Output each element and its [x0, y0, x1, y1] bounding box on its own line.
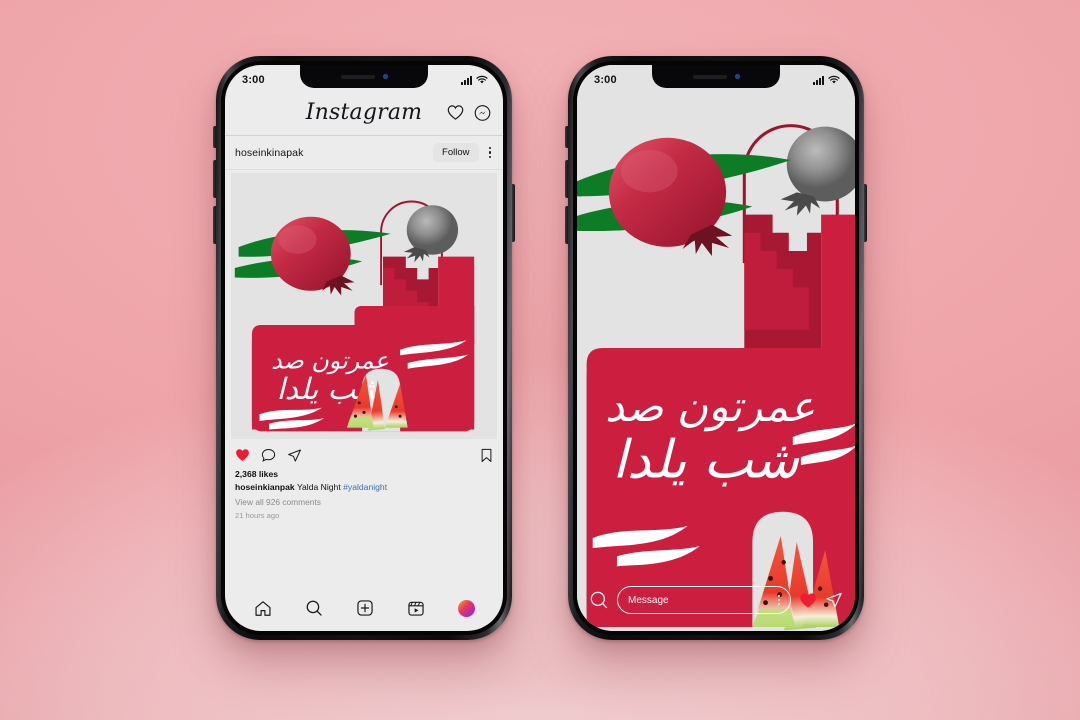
- calligraphy-line-1: عمرتون صد: [271, 347, 389, 375]
- instagram-header: Instagram: [225, 90, 503, 136]
- caption-text: Yalda Night: [296, 482, 341, 493]
- phone-bezel-2: عمرتون صد شب یلدا 3:00 Message: [573, 61, 859, 635]
- search-icon[interactable]: [305, 599, 323, 617]
- calligraphy: عمرتون صد شب یلدا: [271, 347, 389, 406]
- cellular-bars-icon-2: [813, 75, 824, 85]
- volume-down-button[interactable]: [213, 206, 216, 244]
- likes-count[interactable]: 2,368 likes: [235, 468, 493, 480]
- device-notch-2: [652, 65, 780, 88]
- post-action-bar: [225, 442, 503, 468]
- wifi-icon: [476, 75, 488, 84]
- scene-backdrop: 3:00 Instagram hoseinkinapak Follow عمرت…: [0, 0, 1080, 720]
- story-bottom-bar: Message: [577, 579, 855, 631]
- yalda-artwork-story: عمرتون صد شب یلدا: [577, 65, 855, 631]
- share-paperplane-icon[interactable]: [287, 448, 302, 463]
- caption-author[interactable]: hoseinkianpak: [235, 482, 295, 492]
- status-time-2: 3:00: [594, 74, 617, 86]
- post-caption: hoseinkianpak Yalda Night #yaldanight: [235, 481, 493, 493]
- message-input[interactable]: Message: [617, 586, 791, 614]
- heart-filled-icon[interactable]: [235, 448, 250, 462]
- story-media[interactable]: عمرتون صد شب یلدا: [577, 65, 855, 631]
- post-timestamp: 21 hours ago: [235, 511, 280, 521]
- calligraphy-story: عمرتون صد شب یلدا: [605, 383, 815, 491]
- add-post-icon[interactable]: [356, 599, 374, 617]
- mute-switch[interactable]: [213, 126, 216, 148]
- post-username[interactable]: hoseinkinapak: [235, 147, 425, 159]
- home-icon[interactable]: [254, 600, 272, 617]
- mute-switch-2[interactable]: [565, 126, 568, 148]
- share-paperplane-icon-story[interactable]: [825, 591, 843, 609]
- camera-search-icon[interactable]: [589, 590, 609, 610]
- header-actions: [447, 104, 491, 121]
- phone-screen-story: عمرتون صد شب یلدا 3:00 Message: [577, 65, 855, 631]
- volume-down-button-2[interactable]: [565, 206, 568, 244]
- bottom-tab-bar: [225, 589, 503, 631]
- wifi-icon-2: [828, 75, 840, 84]
- heart-filled-icon-story[interactable]: [799, 592, 817, 609]
- phone-bezel: 3:00 Instagram hoseinkinapak Follow عمرت…: [221, 61, 507, 635]
- heart-outline-icon[interactable]: [447, 105, 464, 121]
- more-options-icon[interactable]: [487, 146, 494, 159]
- phone-device-story: عمرتون صد شب یلدا 3:00 Message: [565, 56, 867, 640]
- volume-up-button-2[interactable]: [565, 160, 568, 198]
- reels-icon[interactable]: [407, 599, 425, 617]
- yalda-artwork-post: عمرتون صد شب یلدا: [231, 173, 497, 439]
- messenger-icon[interactable]: [474, 104, 491, 121]
- message-placeholder: Message: [628, 594, 669, 606]
- comment-bubble-icon[interactable]: [261, 448, 276, 463]
- front-camera: [382, 74, 388, 79]
- cellular-bars-icon: [461, 75, 472, 85]
- status-indicators: [461, 75, 488, 85]
- status-time: 3:00: [242, 74, 265, 86]
- profile-avatar[interactable]: [457, 599, 475, 617]
- power-button-2[interactable]: [864, 184, 867, 242]
- caption-hashtag[interactable]: #yaldanight: [343, 482, 387, 492]
- front-camera-2: [734, 74, 740, 79]
- power-button[interactable]: [512, 184, 515, 242]
- follow-button[interactable]: Follow: [433, 143, 479, 162]
- status-indicators-2: [813, 75, 840, 85]
- post-header: hoseinkinapak Follow: [225, 136, 503, 170]
- device-notch: [300, 65, 428, 88]
- instagram-logo: Instagram: [305, 100, 423, 125]
- post-media[interactable]: عمرتون صد شب یلدا: [225, 170, 503, 442]
- phone-device-feed: 3:00 Instagram hoseinkinapak Follow عمرت…: [213, 56, 515, 640]
- calligraphy-line-1-story: عمرتون صد: [605, 383, 815, 432]
- post-meta: 2,368 likes hoseinkianpak Yalda Night #y…: [225, 468, 503, 521]
- calligraphy-line-2-story: شب یلدا: [612, 429, 800, 490]
- earpiece-speaker: [340, 74, 375, 79]
- volume-up-button[interactable]: [213, 160, 216, 198]
- view-comments-link[interactable]: View all 926 comments: [235, 496, 493, 508]
- bookmark-icon[interactable]: [480, 448, 493, 463]
- earpiece-speaker-2: [692, 74, 727, 79]
- phone-screen-feed: 3:00 Instagram hoseinkinapak Follow عمرت…: [225, 65, 503, 631]
- message-more-icon[interactable]: [778, 595, 780, 605]
